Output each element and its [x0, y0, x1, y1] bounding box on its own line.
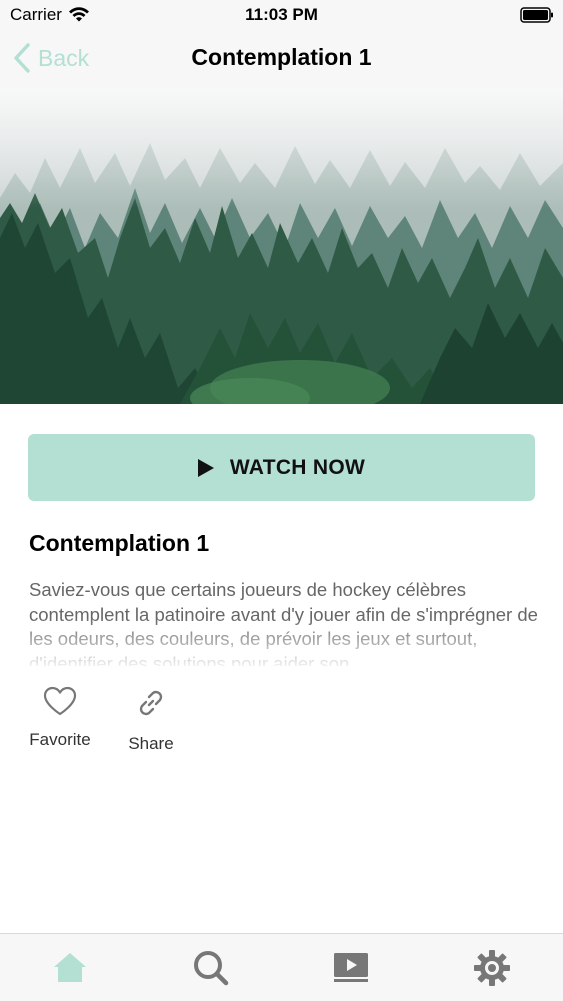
- status-bar: Carrier 11:03 PM: [0, 0, 563, 30]
- navigation-bar: Back Contemplation 1: [0, 30, 563, 89]
- description-text: Saviez-vous que certains joueurs de hock…: [29, 579, 538, 666]
- tab-home[interactable]: [50, 948, 90, 988]
- link-icon: [139, 690, 163, 716]
- share-label: Share: [128, 734, 174, 753]
- tab-videos[interactable]: [331, 948, 371, 988]
- tab-bar: [0, 933, 563, 1001]
- page-title: Contemplation 1: [191, 44, 372, 70]
- search-icon: [194, 951, 229, 986]
- content-title: Contemplation 1: [29, 530, 210, 556]
- watch-now-button[interactable]: WATCH NOW: [28, 434, 535, 501]
- tab-search[interactable]: [191, 948, 231, 988]
- heart-icon: [43, 686, 77, 716]
- share-button[interactable]: Share: [106, 686, 196, 754]
- watch-now-label: WATCH NOW: [229, 455, 366, 479]
- play-icon: [197, 458, 214, 477]
- home-icon: [54, 953, 86, 982]
- hero-image: [0, 88, 563, 404]
- video-icon: [334, 953, 368, 982]
- favorite-button[interactable]: Favorite: [15, 686, 105, 750]
- clock: 11:03 PM: [245, 5, 318, 24]
- tab-settings[interactable]: [472, 948, 512, 988]
- gear-icon: [474, 950, 510, 986]
- battery-icon: [520, 7, 554, 28]
- favorite-label: Favorite: [29, 730, 91, 749]
